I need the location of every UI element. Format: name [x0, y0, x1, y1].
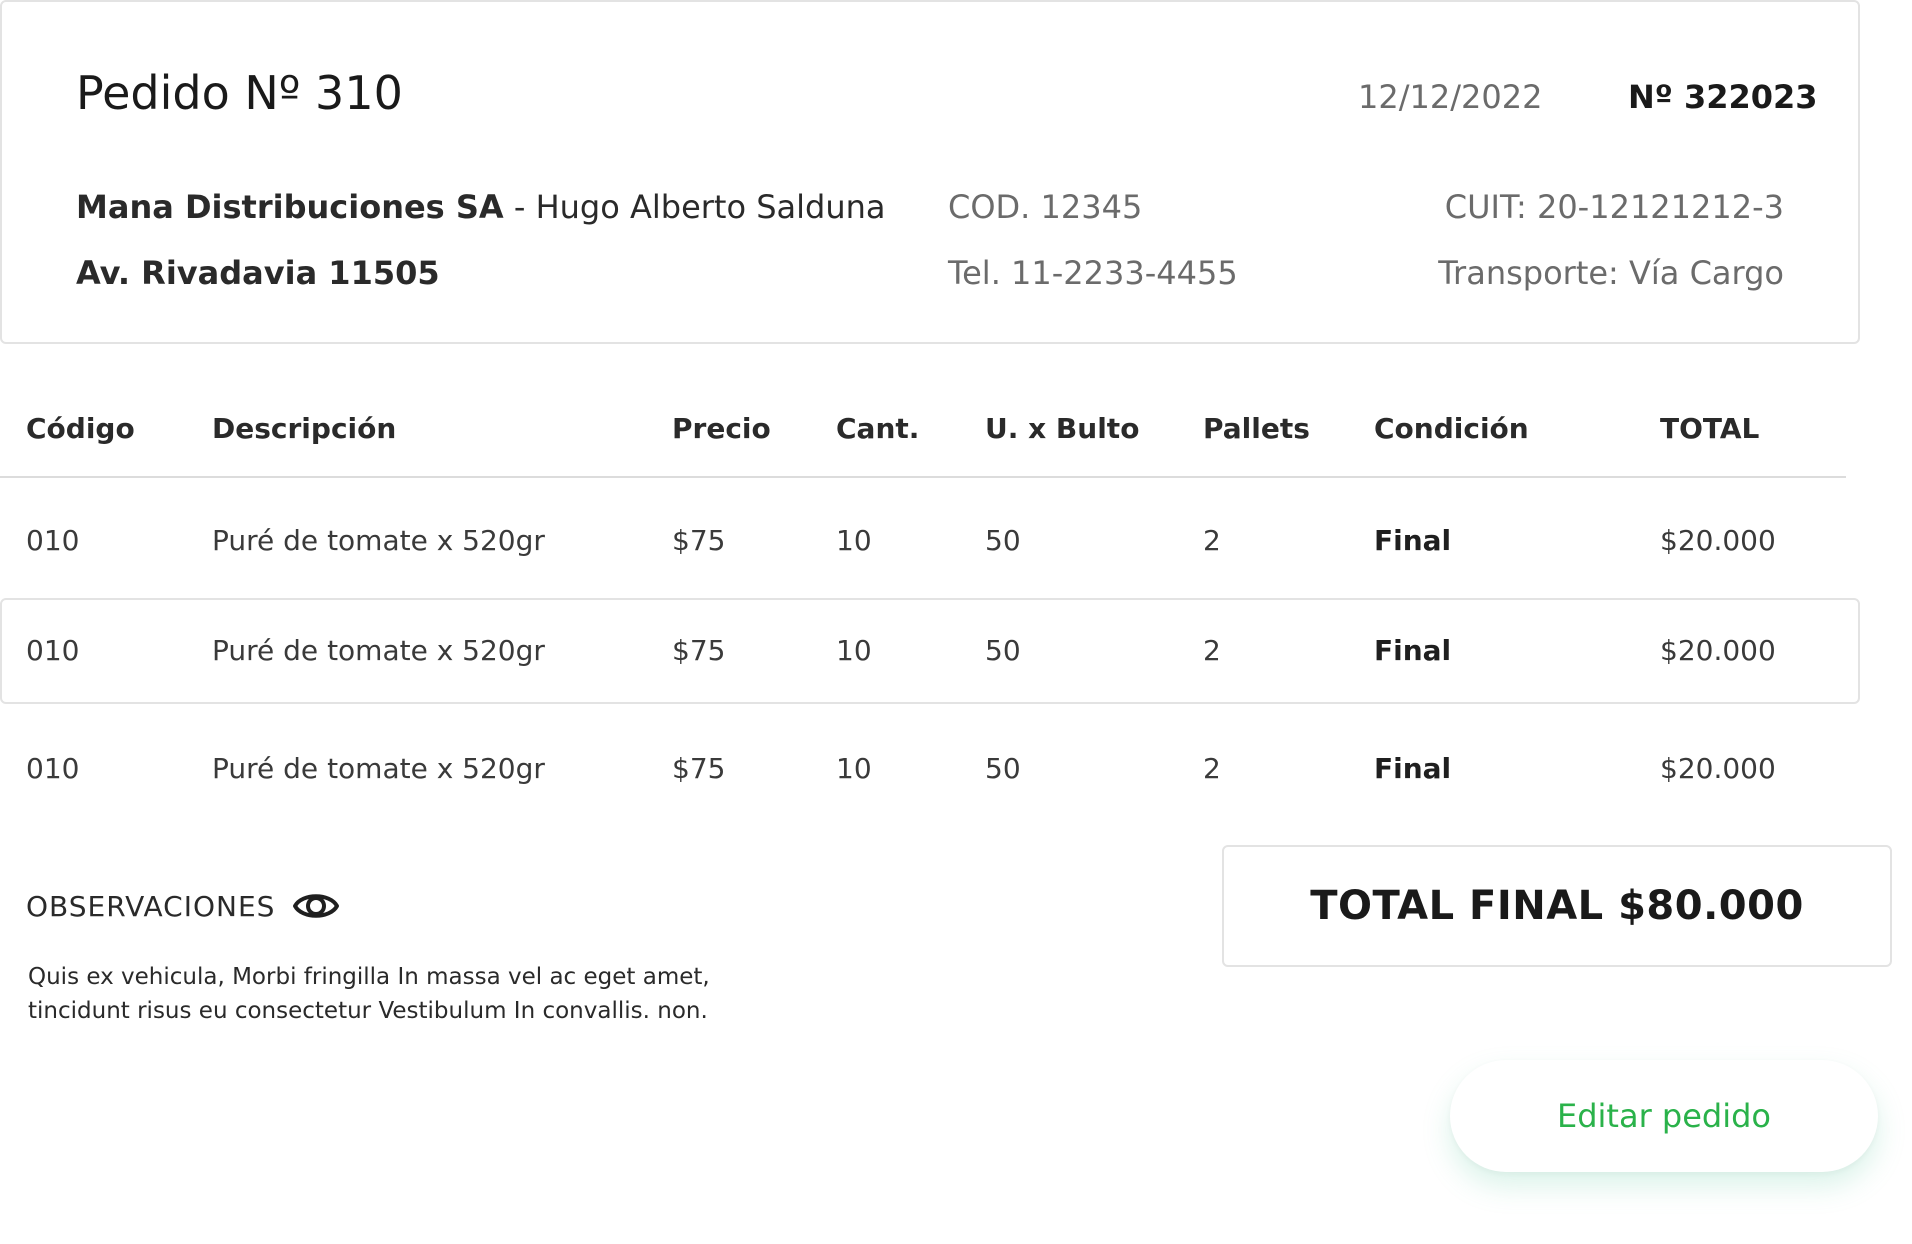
total-final: TOTAL FINAL $80.000	[1310, 883, 1804, 929]
cell-condicion: Final	[1374, 524, 1452, 557]
cell-pallets: 2	[1203, 634, 1221, 667]
observations-text-line: tincidunt risus eu consectetur Vestibulu…	[28, 998, 708, 1024]
order-header-card: Pedido Nº 310 12/12/2022 Nº 322023 Mana …	[0, 0, 1860, 344]
cell-total: $20.000	[1660, 634, 1776, 667]
header-precio: Precio	[672, 412, 771, 445]
client-transport: Transporte: Vía Cargo	[1438, 254, 1784, 292]
order-detail-page: Pedido Nº 310 12/12/2022 Nº 322023 Mana …	[0, 0, 1912, 1244]
order-date: 12/12/2022	[1358, 78, 1543, 116]
client-line: Mana Distribuciones SA - Hugo Alberto Sa…	[76, 188, 886, 226]
client-code: COD. 12345	[948, 188, 1143, 226]
cell-descripcion: Puré de tomate x 520gr	[212, 752, 545, 785]
order-number: Nº 322023	[1628, 78, 1818, 116]
observations-text-line: Quis ex vehicula, Morbi fringilla In mas…	[28, 964, 710, 990]
table-row[interactable]: 010 Puré de tomate x 520gr $75 10 50 2 F…	[0, 488, 1860, 594]
cell-condicion: Final	[1374, 752, 1452, 785]
client-phone: Tel. 11-2233-4455	[948, 254, 1238, 292]
edit-order-button[interactable]: Editar pedido	[1450, 1060, 1878, 1172]
header-condicion: Condición	[1374, 412, 1529, 445]
header-cantidad: Cant.	[836, 412, 920, 445]
table-row[interactable]: 010 Puré de tomate x 520gr $75 10 50 2 F…	[0, 716, 1860, 822]
client-company: Mana Distribuciones SA	[76, 188, 504, 226]
header-codigo: Código	[26, 412, 135, 445]
cell-total: $20.000	[1660, 752, 1776, 785]
cell-precio: $75	[672, 524, 726, 557]
cell-cantidad: 10	[836, 524, 872, 557]
cell-pallets: 2	[1203, 752, 1221, 785]
cell-unidades-bulto: 50	[985, 752, 1021, 785]
cell-cantidad: 10	[836, 634, 872, 667]
cell-descripcion: Puré de tomate x 520gr	[212, 524, 545, 557]
cell-precio: $75	[672, 634, 726, 667]
cell-codigo: 010	[26, 634, 80, 667]
cell-pallets: 2	[1203, 524, 1221, 557]
eye-icon[interactable]	[292, 882, 340, 930]
table-header-divider	[0, 476, 1846, 478]
observations-text: Quis ex vehicula, Morbi fringilla In mas…	[28, 960, 728, 1028]
cell-descripcion: Puré de tomate x 520gr	[212, 634, 545, 667]
cell-unidades-bulto: 50	[985, 524, 1021, 557]
cell-cantidad: 10	[836, 752, 872, 785]
observations-label: OBSERVACIONES	[26, 890, 276, 923]
total-final-box: TOTAL FINAL $80.000	[1222, 845, 1892, 967]
cell-precio: $75	[672, 752, 726, 785]
order-title: Pedido Nº 310	[76, 66, 403, 120]
header-total: TOTAL	[1660, 412, 1760, 445]
table-row[interactable]: 010 Puré de tomate x 520gr $75 10 50 2 F…	[0, 598, 1860, 704]
client-address: Av. Rivadavia 11505	[76, 254, 440, 292]
header-descripcion: Descripción	[212, 412, 397, 445]
cell-unidades-bulto: 50	[985, 634, 1021, 667]
client-contact: Hugo Alberto Salduna	[535, 188, 886, 226]
cell-condicion: Final	[1374, 634, 1452, 667]
cell-codigo: 010	[26, 752, 80, 785]
client-separator: -	[503, 188, 536, 226]
cell-total: $20.000	[1660, 524, 1776, 557]
cell-codigo: 010	[26, 524, 80, 557]
header-pallets: Pallets	[1203, 412, 1310, 445]
header-unidades-bulto: U. x Bulto	[985, 412, 1140, 445]
client-cuit: CUIT: 20-12121212-3	[1444, 188, 1784, 226]
